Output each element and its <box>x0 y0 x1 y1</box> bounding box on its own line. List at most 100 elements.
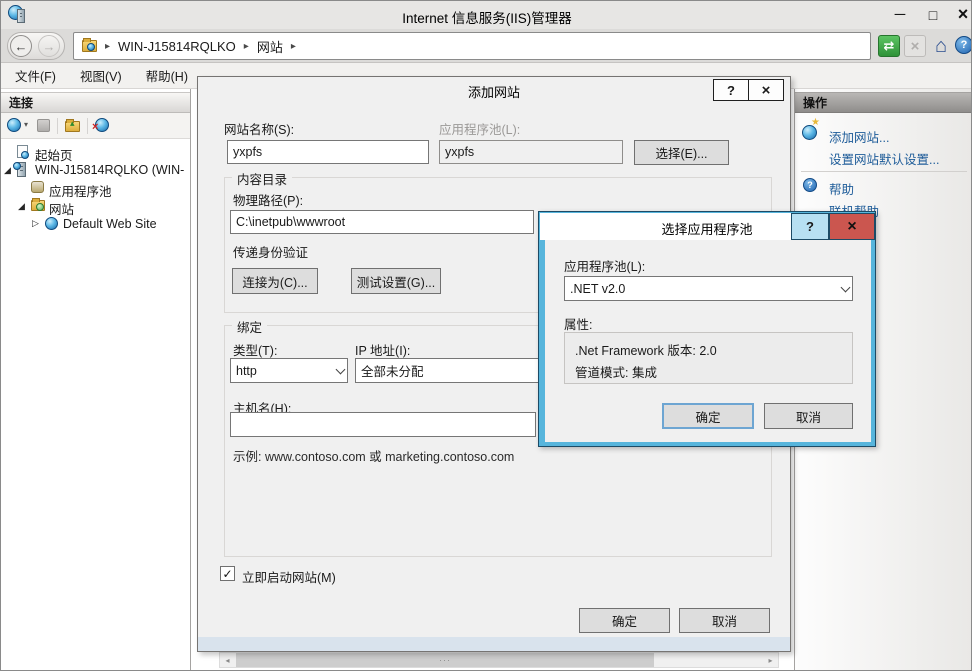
iis-manager-window: Internet 信息服务(IIS)管理器 ─ □ × ← → ▸ WIN-J1… <box>0 0 972 671</box>
start-site-checkbox-label[interactable]: 立即启动网站(M) <box>242 567 336 586</box>
address-bar: ← → ▸ WIN-J15814RQLKO ▸ 网站 ▸ ⇄ × ⌂ ? <box>1 29 972 63</box>
title-bar: Internet 信息服务(IIS)管理器 ─ □ × <box>1 1 972 29</box>
stop-icon: × <box>911 38 920 55</box>
refresh-button[interactable]: ⇄ <box>878 35 900 57</box>
property-framework-version: .Net Framework 版本: 2.0 <box>575 340 842 359</box>
content-directory-group-label: 内容目录 <box>232 169 292 188</box>
forward-button[interactable]: → <box>38 35 60 57</box>
host-name-example: 示例: www.contoso.com 或 marketing.contoso.… <box>233 446 514 465</box>
add-site-cancel-button[interactable]: 取消 <box>679 608 770 633</box>
tree-item-app-pools[interactable]: 应用程序池 <box>1 179 190 197</box>
add-site-dialog-titlebar[interactable]: 添加网站 ? × <box>198 77 790 103</box>
breadcrumb[interactable]: ▸ WIN-J15814RQLKO ▸ 网站 ▸ <box>73 32 871 60</box>
breadcrumb-sep-icon: ▸ <box>105 41 110 52</box>
physical-path-input[interactable] <box>230 210 534 234</box>
new-connection-dropdown-icon[interactable]: ▾ <box>24 120 28 129</box>
close-icon: × <box>958 4 969 25</box>
pool-ok-button[interactable]: 确定 <box>662 403 754 429</box>
type-label: 类型(T): <box>233 340 277 359</box>
menu-help[interactable]: 帮助(H) <box>146 66 188 85</box>
menu-view[interactable]: 视图(V) <box>80 66 122 85</box>
select-app-pool-button[interactable]: 选择(E)... <box>634 140 729 165</box>
help-icon: ? <box>961 39 968 51</box>
new-connection-icon[interactable] <box>7 118 21 132</box>
actions-divider <box>801 171 967 172</box>
app-pools-icon <box>31 181 44 193</box>
app-pool-select[interactable]: .NET v2.0 <box>564 276 853 301</box>
pool-dialog-help-button[interactable]: ? <box>791 213 829 240</box>
window-title: Internet 信息服务(IIS)管理器 <box>1 7 972 27</box>
test-settings-button[interactable]: 测试设置(G)... <box>351 268 441 294</box>
check-icon: ✓ <box>222 568 232 580</box>
expanded-arrow-icon[interactable]: ◢ <box>18 201 25 212</box>
pool-label: 应用程序池(L): <box>564 256 645 275</box>
dialog-footer-strip <box>198 637 790 651</box>
tree-item-server[interactable]: ◢ WIN-J15814RQLKO (WIN- <box>1 161 190 179</box>
binding-group-label: 绑定 <box>232 317 267 336</box>
chevron-down-icon <box>336 364 346 374</box>
website-icon <box>45 217 58 230</box>
tree-item-sites[interactable]: ◢ 网站 <box>1 197 190 215</box>
app-pool-input <box>439 140 623 164</box>
breadcrumb-section[interactable]: 网站 <box>257 37 283 56</box>
tree-item-start-page[interactable]: 起始页 <box>1 143 190 161</box>
sites-folder-icon <box>31 200 45 211</box>
help-icon: ? <box>806 219 814 234</box>
scroll-left-icon: ◂ <box>225 656 229 665</box>
minimize-button[interactable]: ─ <box>889 5 911 24</box>
tree-item-label[interactable]: Default Web Site <box>63 217 157 231</box>
dialog-close-button[interactable]: × <box>748 79 784 101</box>
action-help[interactable]: 帮助 <box>829 179 854 198</box>
save-icon <box>37 119 50 132</box>
pool-dialog-close-button[interactable]: × <box>829 213 875 240</box>
site-name-label: 网站名称(S): <box>224 119 294 138</box>
connections-tree: 起始页 ◢ WIN-J15814RQLKO (WIN- 应用程序池 ◢ 网站 <box>1 141 190 661</box>
home-button[interactable]: ⌂ <box>930 34 952 58</box>
menu-file[interactable]: 文件(F) <box>15 66 56 85</box>
breadcrumb-sep-icon: ▸ <box>244 41 249 52</box>
host-name-input[interactable] <box>230 412 536 437</box>
up-level-icon[interactable]: ▴ <box>65 121 80 132</box>
app-pool-label: 应用程序池(L): <box>439 119 520 138</box>
forward-icon: → <box>43 39 56 54</box>
pool-dialog-body: 应用程序池(L): .NET v2.0 属性: .Net Framework 版… <box>545 240 871 442</box>
close-button[interactable]: × <box>952 4 972 24</box>
site-name-input[interactable] <box>227 140 429 164</box>
close-icon: × <box>762 82 771 99</box>
stop-button: × <box>904 35 926 57</box>
pool-cancel-button[interactable]: 取消 <box>764 403 853 429</box>
actions-title: 操作 <box>803 94 827 111</box>
actions-header: 操作 <box>795 92 972 113</box>
action-set-site-defaults[interactable]: 设置网站默认设置... <box>829 149 939 168</box>
horizontal-scrollbar[interactable]: ◂ ··· ▸ <box>219 652 779 668</box>
help-button[interactable]: ? <box>955 36 972 54</box>
back-icon: ← <box>15 39 28 54</box>
connections-header: 连接 <box>1 92 190 113</box>
scroll-thumb[interactable]: ··· <box>236 653 654 667</box>
connections-title: 连接 <box>9 94 33 111</box>
connect-as-button[interactable]: 连接为(C)... <box>232 268 318 294</box>
action-add-site[interactable]: 添加网站... <box>829 127 889 146</box>
collapsed-arrow-icon[interactable]: ▷ <box>32 218 39 229</box>
start-site-checkbox[interactable]: ✓ <box>220 566 235 581</box>
minimize-icon: ─ <box>895 6 906 23</box>
type-select[interactable]: http <box>230 358 348 383</box>
properties-box: .Net Framework 版本: 2.0 管道模式: 集成 <box>564 332 853 384</box>
scroll-right-icon: ▸ <box>768 656 772 665</box>
breadcrumb-server[interactable]: WIN-J15814RQLKO <box>118 39 236 54</box>
tree-item-label[interactable]: WIN-J15814RQLKO (WIN- <box>35 163 188 177</box>
add-site-ok-button[interactable]: 确定 <box>579 608 670 633</box>
physical-path-label: 物理路径(P): <box>233 190 303 209</box>
connections-toolbar: ▾ ▴ × <box>1 113 190 139</box>
back-button[interactable]: ← <box>10 35 32 57</box>
scroll-left-button[interactable]: ◂ <box>220 653 235 667</box>
nav-buttons: ← → <box>7 32 65 60</box>
maximize-button[interactable]: □ <box>922 5 944 24</box>
passthrough-auth-label: 传递身份验证 <box>233 242 308 261</box>
dialog-help-button[interactable]: ? <box>713 79 749 101</box>
tree-item-default-web-site[interactable]: ▷ Default Web Site <box>1 215 190 233</box>
help-circle-icon: ? <box>803 178 817 192</box>
scroll-right-button[interactable]: ▸ <box>763 653 778 667</box>
expanded-arrow-icon[interactable]: ◢ <box>4 165 11 176</box>
select-app-pool-dialog: 选择应用程序池 ? × 应用程序池(L): .NET v2.0 属性: .Net… <box>538 211 876 447</box>
